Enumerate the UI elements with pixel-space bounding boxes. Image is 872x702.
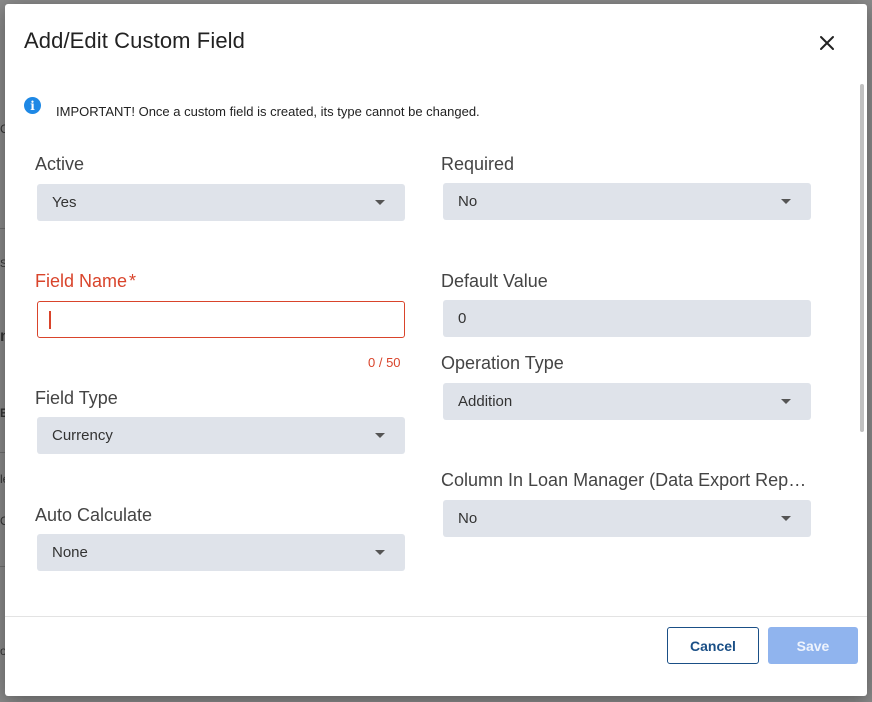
- important-notice: i IMPORTANT! Once a custom field is crea…: [24, 97, 480, 119]
- column-in-loan-manager-label: Column In Loan Manager (Data Export Repo…: [441, 470, 813, 490]
- required-label: Required: [441, 154, 515, 174]
- scrollbar-thumb[interactable]: [860, 84, 864, 432]
- operation-type-label: Operation Type: [441, 353, 564, 373]
- field-name-input[interactable]: [37, 301, 405, 338]
- default-value-input[interactable]: 0: [443, 300, 811, 337]
- required-asterisk: *: [129, 271, 137, 291]
- notice-text: IMPORTANT! Once a custom field is create…: [56, 104, 480, 119]
- text-cursor: [49, 311, 51, 329]
- required-select[interactable]: No: [443, 183, 811, 220]
- default-value-label: Default Value: [441, 271, 548, 291]
- chevron-down-icon: [375, 200, 385, 205]
- required-select-value: No: [458, 193, 478, 210]
- field-name-char-counter: 0 / 50: [368, 355, 401, 370]
- auto-calculate-select-value: None: [52, 544, 88, 561]
- save-button[interactable]: Save: [768, 627, 858, 664]
- chevron-down-icon: [781, 516, 791, 521]
- footer-divider: [5, 616, 867, 617]
- field-type-select-value: Currency: [52, 427, 113, 444]
- chevron-down-icon: [781, 199, 791, 204]
- default-value-input-value: 0: [458, 310, 467, 327]
- info-icon: i: [24, 97, 41, 114]
- close-button[interactable]: [813, 29, 841, 57]
- dialog-title: Add/Edit Custom Field: [24, 28, 245, 53]
- chevron-down-icon: [781, 399, 791, 404]
- cancel-button[interactable]: Cancel: [667, 627, 759, 664]
- chevron-down-icon: [375, 433, 385, 438]
- auto-calculate-label: Auto Calculate: [35, 505, 153, 525]
- close-icon: [820, 36, 834, 50]
- operation-type-select[interactable]: Addition: [443, 383, 811, 420]
- chevron-down-icon: [375, 550, 385, 555]
- active-select[interactable]: Yes: [37, 184, 405, 221]
- field-name-label-text: Field Name: [35, 271, 128, 291]
- field-type-label: Field Type: [35, 388, 118, 408]
- column-in-loan-manager-select[interactable]: No: [443, 500, 811, 537]
- operation-type-select-value: Addition: [458, 393, 513, 410]
- auto-calculate-select[interactable]: None: [37, 534, 405, 571]
- field-type-select[interactable]: Currency: [37, 417, 405, 454]
- column-in-loan-manager-select-value: No: [458, 510, 478, 527]
- field-name-label: Field Name *: [35, 271, 136, 292]
- custom-field-dialog: Add/Edit Custom Field i IMPORTANT! Once …: [5, 4, 867, 696]
- active-select-value: Yes: [52, 194, 77, 211]
- active-label: Active: [35, 154, 85, 174]
